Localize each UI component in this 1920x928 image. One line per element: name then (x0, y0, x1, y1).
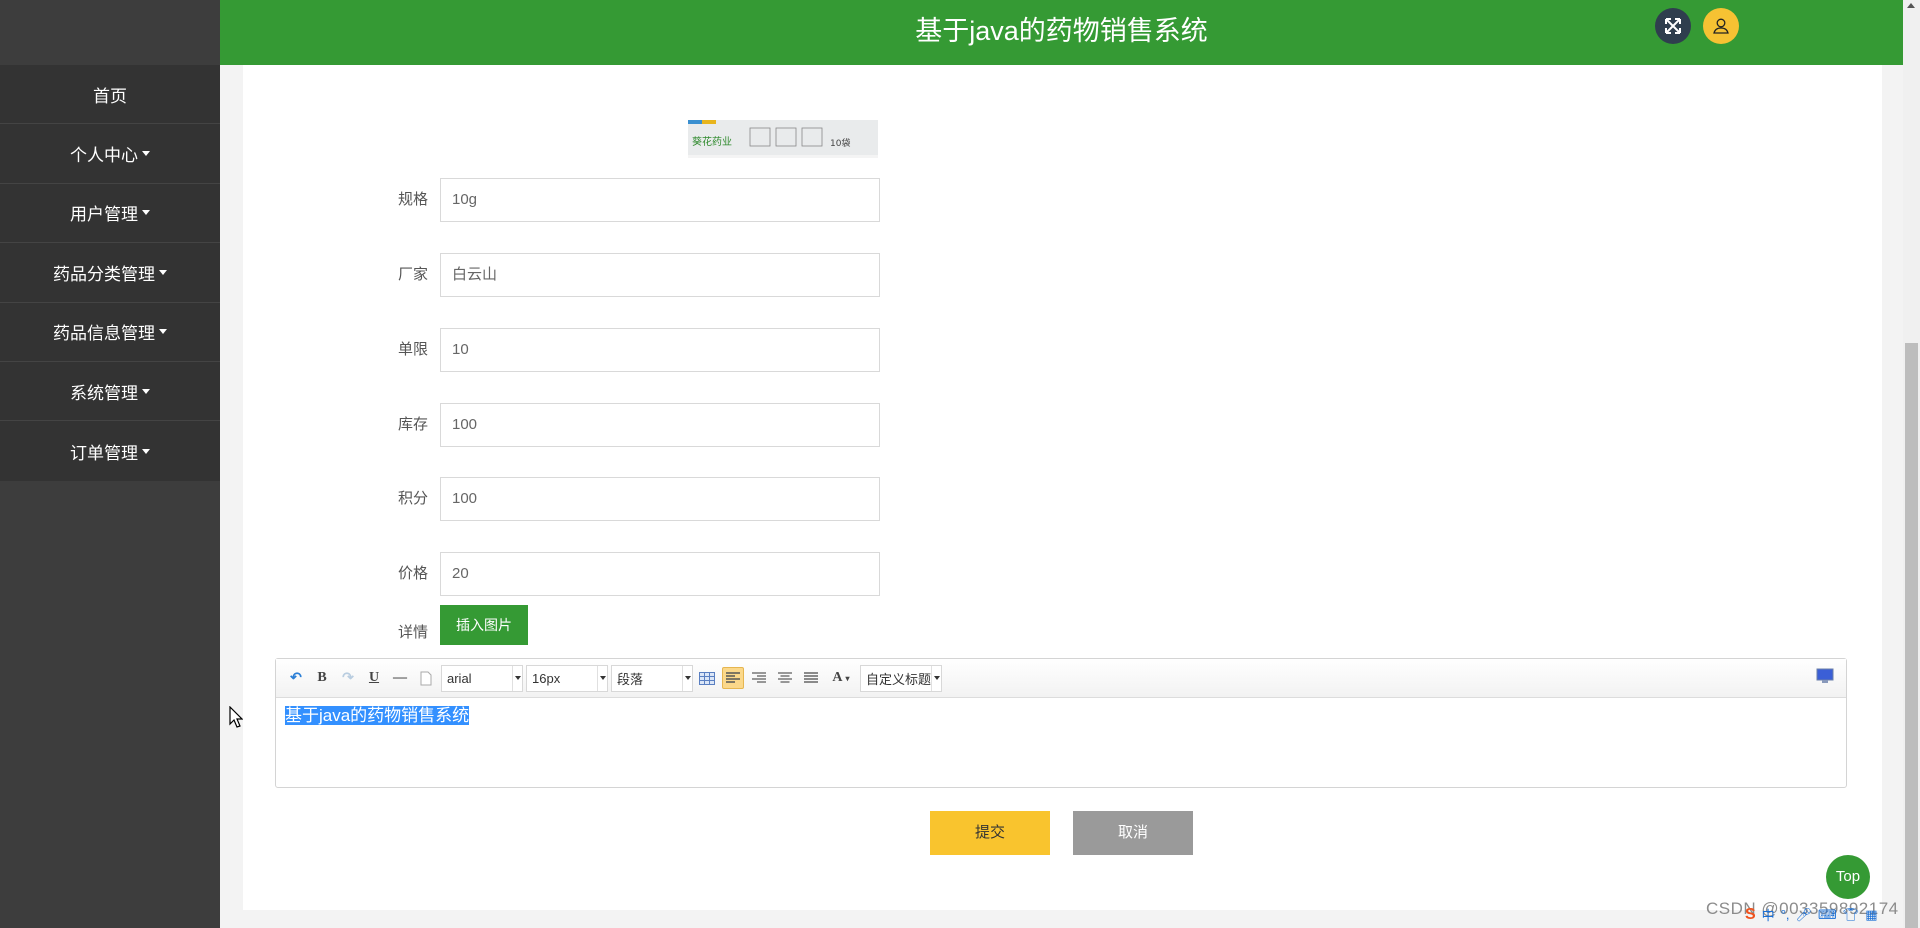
limit-input[interactable]: 10 (440, 328, 880, 372)
page-scrollbar[interactable] (1903, 0, 1920, 928)
form-row-manufacturer: 厂家 白云山 (0, 253, 900, 297)
form-row-limit: 单限 10 (0, 328, 900, 372)
price-label: 价格 (397, 565, 428, 582)
font-size-select[interactable]: 16px (526, 664, 608, 692)
paragraph-value: 段落 (617, 671, 644, 687)
sidebar: 首页 个人中心 用户管理 药品分类管理 药品信息管理 系统管理 订单管理 (0, 0, 220, 928)
selected-text: 基于java的药物销售系统 (285, 706, 470, 725)
detail-label: 详情 (397, 624, 428, 641)
align-center-icon[interactable] (774, 667, 796, 689)
microphone-icon[interactable]: 🎤︎ (1796, 907, 1813, 923)
sidebar-item-label: 系统管理 (70, 383, 138, 403)
keyboard-icon[interactable]: ⌨ (1818, 907, 1837, 923)
back-to-top-button[interactable]: Top (1826, 855, 1870, 899)
custom-heading-value: 自定义标题 (866, 671, 932, 687)
scroll-up-arrow-icon[interactable] (1907, 3, 1915, 8)
form-row-stock: 库存 100 (0, 403, 900, 447)
editor-content[interactable]: 基于java的药物销售系统 (276, 698, 1846, 729)
top-header: 基于java的药物销售系统 (220, 0, 1903, 65)
manufacturer-input[interactable]: 白云山 (440, 253, 880, 297)
caret-down-icon (142, 388, 150, 394)
ime-menu-icon[interactable]: ▦ (1865, 907, 1877, 923)
stock-input[interactable]: 100 (440, 403, 880, 447)
spec-label: 规格 (397, 191, 428, 208)
form-row-price: 价格 20 (0, 552, 900, 596)
expand-arrows-icon (1665, 18, 1681, 34)
horizontal-rule-icon[interactable]: — (389, 667, 411, 689)
insert-image-button[interactable]: 插入图片 (440, 605, 528, 645)
sidebar-item-personal-center[interactable]: 个人中心 (0, 124, 220, 184)
stock-label: 库存 (397, 416, 428, 433)
custom-heading-select[interactable]: 自定义标题 (860, 664, 942, 692)
svg-text:葵花药业: 葵花药业 (692, 135, 732, 148)
limit-label: 单限 (397, 341, 428, 358)
form-row-points: 积分 100 (0, 477, 900, 521)
rich-text-editor: ↶ B ↷ U — arial 16px 段落 A ▾ 自定义标题 基于java的… (275, 658, 1847, 788)
scrollbar-thumb[interactable] (1905, 343, 1918, 928)
spec-input[interactable]: 10g (440, 178, 880, 222)
caret-down-icon (142, 151, 150, 157)
price-input[interactable]: 20 (440, 552, 880, 596)
table-icon[interactable] (696, 667, 718, 689)
font-family-value: arial (447, 670, 472, 686)
ime-punctuation-icon[interactable]: °, (1781, 907, 1790, 922)
preview-icon[interactable] (1816, 668, 1834, 684)
fullscreen-button[interactable] (1655, 8, 1691, 44)
cancel-button[interactable]: 取消 (1073, 811, 1193, 855)
points-label: 积分 (397, 490, 428, 507)
bold-icon[interactable]: B (311, 667, 333, 689)
justify-icon[interactable] (800, 667, 822, 689)
chevron-down-icon (682, 665, 692, 691)
chevron-down-icon (931, 665, 941, 691)
product-image: 葵花药业 10袋 (688, 120, 878, 158)
ime-chinese-mode-icon[interactable]: 中 (1762, 905, 1775, 924)
chevron-down-icon (597, 665, 607, 691)
user-button[interactable] (1703, 8, 1739, 44)
sidebar-item-home[interactable]: 首页 (0, 65, 220, 125)
svg-text:10袋: 10袋 (830, 137, 850, 149)
skin-icon[interactable]: 👕︎ (1843, 907, 1860, 923)
font-color-icon[interactable]: A ▾ (826, 667, 856, 689)
undo-icon[interactable]: ↶ (285, 667, 307, 689)
font-family-select[interactable]: arial (441, 664, 523, 692)
sogou-ime-icon[interactable]: S (1745, 906, 1756, 924)
align-right-icon[interactable] (748, 667, 770, 689)
page-icon[interactable] (415, 667, 437, 689)
submit-button[interactable]: 提交 (930, 811, 1050, 855)
underline-icon[interactable]: U (363, 667, 385, 689)
chevron-down-icon (512, 665, 522, 691)
editor-toolbar: ↶ B ↷ U — arial 16px 段落 A ▾ 自定义标题 (276, 659, 1846, 698)
redo-icon[interactable]: ↷ (337, 667, 359, 689)
sidebar-item-label: 个人中心 (70, 146, 138, 166)
form-row-spec: 规格 10g (0, 178, 900, 222)
align-left-icon[interactable] (722, 667, 744, 689)
user-icon (1713, 18, 1729, 34)
paragraph-select[interactable]: 段落 (611, 664, 693, 692)
manufacturer-label: 厂家 (397, 266, 428, 283)
points-input[interactable]: 100 (440, 477, 880, 521)
font-size-value: 16px (532, 670, 561, 686)
ime-toolbar: S 中 °, 🎤︎ ⌨ 👕︎ ▦ (1745, 905, 1878, 924)
sidebar-logo-area (0, 0, 220, 65)
page-title: 基于java的药物销售系统 (915, 16, 1208, 46)
mouse-cursor-icon (229, 706, 243, 728)
sidebar-item-label: 首页 (93, 86, 127, 106)
caret-down-icon (142, 448, 150, 454)
